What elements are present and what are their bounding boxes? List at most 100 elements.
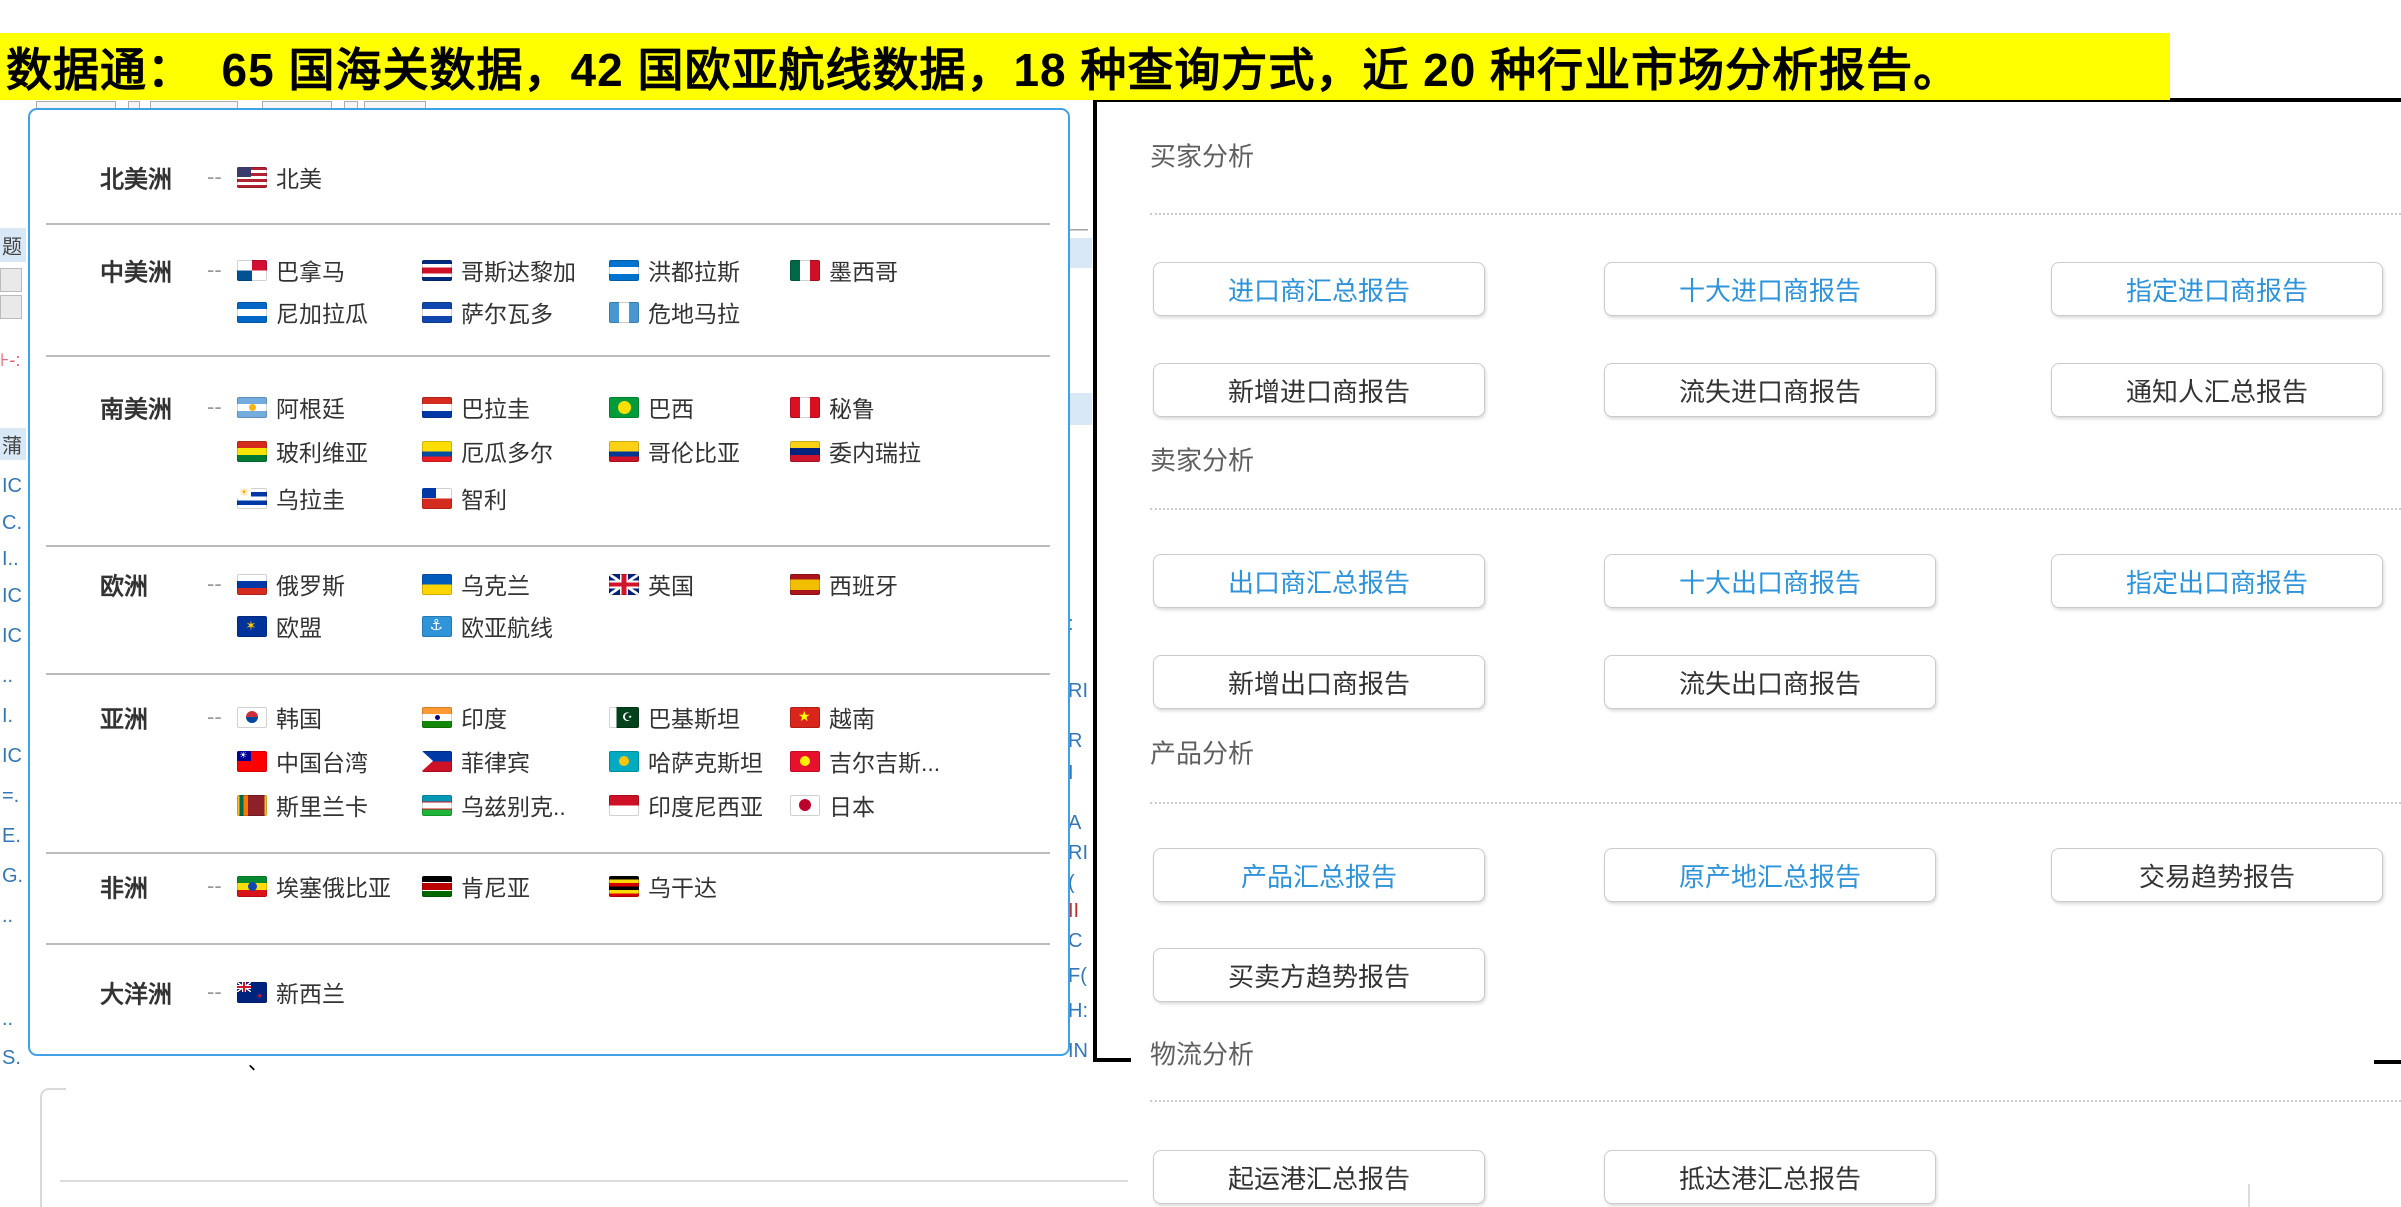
country-label: 欧盟	[276, 609, 322, 643]
country-label: 厄瓜多尔	[461, 434, 553, 468]
country-option[interactable]: ✶欧盟	[237, 609, 322, 643]
country-option[interactable]: 西班牙	[790, 567, 898, 601]
page: 数据通： 65 国海关数据，42 国欧亚航线数据，18 种查询方式，近 20 种…	[0, 0, 2401, 1207]
country-option[interactable]: 北美	[237, 160, 322, 194]
report-button[interactable]: 流失出口商报告	[1604, 655, 1936, 709]
popup-divider	[46, 545, 1050, 547]
report-button[interactable]: 流失进口商报告	[1604, 363, 1936, 417]
section-label: 买家分析	[1150, 137, 1254, 174]
flag-icon	[609, 441, 639, 462]
report-button[interactable]: 新增出口商报告	[1153, 655, 1485, 709]
flag-glyph-icon: ☪	[622, 711, 633, 723]
country-option[interactable]: 哈萨克斯坦	[609, 744, 763, 778]
country-option[interactable]: 肯尼亚	[422, 869, 530, 903]
background-row-fragment	[1068, 238, 1092, 268]
country-option[interactable]: 乌克兰	[422, 567, 530, 601]
country-label: 英国	[648, 567, 694, 601]
report-button[interactable]: 起运港汇总报告	[1153, 1150, 1485, 1204]
country-label: 巴基斯坦	[648, 700, 740, 734]
country-label: 智利	[461, 481, 507, 515]
section-label: 产品分析	[1150, 734, 1254, 771]
country-option[interactable]: 秘鲁	[790, 390, 875, 424]
country-option[interactable]: 乌兹别克..	[422, 788, 566, 822]
country-option[interactable]: 哥伦比亚	[609, 434, 740, 468]
continent-label: 北美洲	[100, 160, 172, 195]
country-option[interactable]: ✦新西兰	[237, 975, 345, 1009]
report-button[interactable]: 出口商汇总报告	[1153, 554, 1485, 608]
flag-glyph-icon: ☀	[239, 751, 247, 760]
country-option[interactable]: 吉尔吉斯...	[790, 744, 940, 778]
country-option[interactable]: 菲律宾	[422, 744, 530, 778]
flag-icon	[237, 441, 267, 462]
country-option[interactable]: 危地马拉	[609, 295, 740, 329]
country-option[interactable]: 印度尼西亚	[609, 788, 763, 822]
country-option[interactable]: 巴西	[609, 390, 694, 424]
report-button[interactable]: 十大进口商报告	[1604, 262, 1936, 316]
background-text-fragment: ..	[2, 1008, 13, 1031]
flag-canton-icon	[422, 488, 436, 498]
report-button[interactable]: 进口商汇总报告	[1153, 262, 1485, 316]
report-button[interactable]: 新增进口商报告	[1153, 363, 1485, 417]
country-option[interactable]: 巴拉圭	[422, 390, 530, 424]
report-button[interactable]: 指定进口商报告	[2051, 262, 2383, 316]
background-text-fragment: ..	[2, 665, 13, 688]
country-label: 越南	[829, 700, 875, 734]
country-option[interactable]: 巴拿马	[237, 253, 345, 287]
annotation-box-bottom-left	[1093, 1058, 1131, 1062]
country-option[interactable]: ☀乌拉圭	[237, 481, 345, 515]
background-button-fragment	[0, 268, 22, 292]
popup-divider	[46, 943, 1050, 945]
country-option[interactable]: 韩国	[237, 700, 322, 734]
flag-icon	[790, 795, 820, 816]
country-option[interactable]: ☀中国台湾	[237, 744, 368, 778]
flag-icon	[237, 302, 267, 323]
dotted-divider	[1150, 1100, 2401, 1102]
report-button[interactable]: 原产地汇总报告	[1604, 848, 1936, 902]
flag-icon	[609, 260, 639, 281]
country-label: 乌拉圭	[276, 481, 345, 515]
report-button[interactable]: 指定出口商报告	[2051, 554, 2383, 608]
flag-icon	[237, 260, 267, 281]
country-option[interactable]: 萨尔瓦多	[422, 295, 553, 329]
country-option[interactable]: ★越南	[790, 700, 875, 734]
country-option[interactable]: 哥斯达黎加	[422, 253, 576, 287]
flag-disc-icon	[435, 715, 440, 720]
country-option[interactable]: 斯里兰卡	[237, 788, 368, 822]
country-option[interactable]: 洪都拉斯	[609, 253, 740, 287]
continent-label: 欧洲	[100, 567, 148, 602]
country-option[interactable]: 厄瓜多尔	[422, 434, 553, 468]
flag-disc-icon	[619, 756, 629, 766]
continent-label: 大洋洲	[100, 975, 172, 1010]
country-option[interactable]: ☪ 巴基斯坦	[609, 700, 740, 734]
country-label: 哥伦比亚	[648, 434, 740, 468]
background-text-fragment: IC	[2, 745, 22, 768]
country-option[interactable]: 委内瑞拉	[790, 434, 921, 468]
country-option[interactable]: 玻利维亚	[237, 434, 368, 468]
report-button[interactable]: 产品汇总报告	[1153, 848, 1485, 902]
flag-icon	[237, 795, 267, 816]
report-button[interactable]: 十大出口商报告	[1604, 554, 1936, 608]
country-option[interactable]: ⚓欧亚航线	[422, 609, 553, 643]
report-button[interactable]: 抵达港汇总报告	[1604, 1150, 1936, 1204]
annotation-box-left	[1093, 98, 1097, 1062]
country-option[interactable]: 阿根廷	[237, 390, 345, 424]
popup-divider	[46, 223, 1050, 225]
country-option[interactable]: 墨西哥	[790, 253, 898, 287]
country-option[interactable]: 埃塞俄比亚	[237, 869, 391, 903]
country-option[interactable]: 俄罗斯	[237, 567, 345, 601]
flag-icon	[422, 488, 452, 509]
report-button[interactable]: 通知人汇总报告	[2051, 363, 2383, 417]
popup-divider	[46, 852, 1050, 854]
country-option[interactable]: 乌干达	[609, 869, 717, 903]
country-option[interactable]: 尼加拉瓜	[237, 295, 368, 329]
country-option[interactable]: 日本	[790, 788, 875, 822]
country-label: 印度	[461, 700, 507, 734]
background-row-text: 蒲	[2, 430, 22, 459]
country-option[interactable]: 印度	[422, 700, 507, 734]
country-option[interactable]: 智利	[422, 481, 507, 515]
flag-icon	[422, 260, 452, 281]
report-button[interactable]: 买卖方趋势报告	[1153, 948, 1485, 1002]
country-option[interactable]: 英国	[609, 567, 694, 601]
background-row-fragment: 题	[0, 228, 26, 262]
report-button[interactable]: 交易趋势报告	[2051, 848, 2383, 902]
